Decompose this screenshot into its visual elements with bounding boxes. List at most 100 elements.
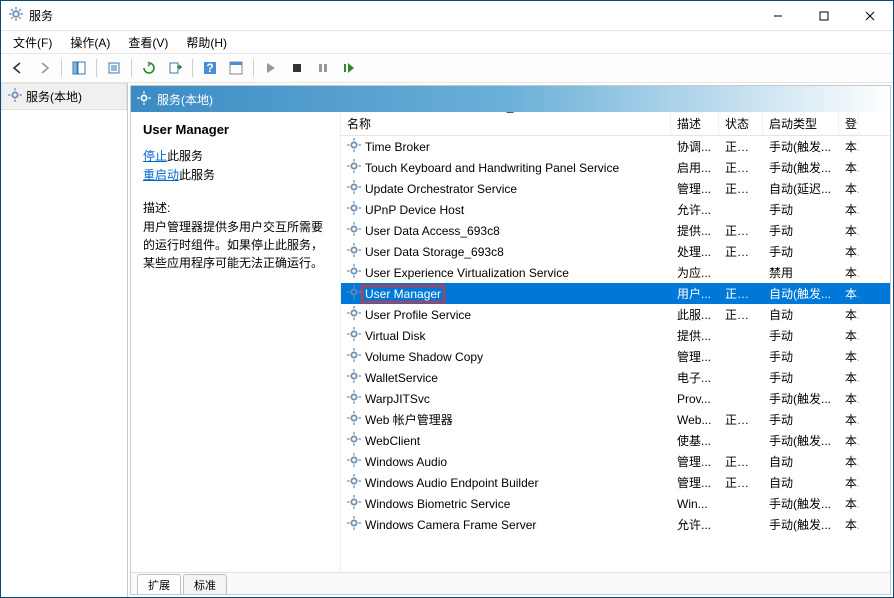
service-login: 本 — [839, 159, 859, 176]
service-name: WalletService — [365, 371, 438, 385]
restart-link[interactable]: 重启动 — [143, 168, 179, 182]
service-row[interactable]: Windows Camera Frame Server允许...手动(触发...… — [341, 514, 890, 535]
help-button[interactable]: ? — [199, 57, 221, 79]
service-row[interactable]: UPnP Device Host允许...手动本 — [341, 199, 890, 220]
service-name-cell: Windows Camera Frame Server — [341, 516, 671, 533]
service-name: WebClient — [365, 434, 420, 448]
service-login: 本 — [839, 474, 859, 491]
service-row[interactable]: WalletService电子...手动本 — [341, 367, 890, 388]
gear-icon — [347, 474, 361, 491]
gear-icon — [347, 348, 361, 365]
properties-button[interactable] — [225, 57, 247, 79]
titlebar: 服务 — [1, 1, 893, 31]
tab-standard[interactable]: 标准 — [183, 574, 227, 595]
gear-icon — [347, 306, 361, 323]
maximize-button[interactable] — [801, 1, 847, 31]
service-name: Virtual Disk — [365, 329, 425, 343]
service-name-cell: WebClient — [341, 432, 671, 449]
service-row[interactable]: Windows Audio Endpoint Builder管理...正在...… — [341, 472, 890, 493]
service-row[interactable]: Touch Keyboard and Handwriting Panel Ser… — [341, 157, 890, 178]
service-row[interactable]: Virtual Disk提供...手动本 — [341, 325, 890, 346]
service-row[interactable]: Volume Shadow Copy管理...手动本 — [341, 346, 890, 367]
service-startup: 自动 — [763, 306, 839, 323]
show-hide-tree-button[interactable] — [68, 57, 90, 79]
service-row[interactable]: Time Broker协调...正在...手动(触发...本 — [341, 136, 890, 157]
service-row[interactable]: Windows Biometric ServiceWin...手动(触发...本 — [341, 493, 890, 514]
service-desc: 用户... — [671, 285, 719, 302]
service-state: 正在... — [719, 474, 763, 491]
service-name-cell: Windows Biometric Service — [341, 495, 671, 512]
service-row[interactable]: Update Orchestrator Service管理...正在...自动(… — [341, 178, 890, 199]
service-row[interactable]: User Experience Virtualization Service为应… — [341, 262, 890, 283]
service-startup: 自动(触发... — [763, 285, 839, 302]
gear-icon — [347, 516, 361, 533]
menu-help[interactable]: 帮助(H) — [178, 32, 235, 53]
gear-icon — [347, 390, 361, 407]
menu-view[interactable]: 查看(V) — [120, 32, 176, 53]
service-name-cell: Windows Audio — [341, 453, 671, 470]
service-login: 本 — [839, 306, 859, 323]
service-name-cell: User Manager — [341, 285, 671, 303]
service-row[interactable]: User Profile Service此服...正在...自动本 — [341, 304, 890, 325]
service-state: 正在... — [719, 222, 763, 239]
gear-icon — [347, 138, 361, 155]
service-row[interactable]: WarpJITSvcProv...手动(触发...本 — [341, 388, 890, 409]
service-desc: 处理... — [671, 243, 719, 260]
close-button[interactable] — [847, 1, 893, 31]
service-desc: 管理... — [671, 453, 719, 470]
nav-root-item[interactable]: 服务(本地) — [1, 83, 127, 110]
navigation-pane: 服务(本地) — [1, 83, 128, 597]
tab-extended[interactable]: 扩展 — [137, 574, 181, 595]
column-startup[interactable]: 启动类型 — [763, 112, 839, 136]
service-name-cell: User Data Access_693c8 — [341, 222, 671, 239]
back-button[interactable] — [7, 57, 29, 79]
service-row[interactable]: User Data Access_693c8提供...正在...手动本 — [341, 220, 890, 241]
stop-suffix: 此服务 — [167, 149, 203, 163]
column-name[interactable]: 名称 — [341, 112, 671, 136]
service-row[interactable]: Web 帐户管理器Web...正在...手动本 — [341, 409, 890, 430]
service-startup: 手动 — [763, 201, 839, 218]
stop-link[interactable]: 停止 — [143, 149, 167, 163]
service-row[interactable]: WebClient使基...手动(触发...本 — [341, 430, 890, 451]
export-button[interactable] — [164, 57, 186, 79]
service-startup: 禁用 — [763, 264, 839, 281]
restart-suffix: 此服务 — [179, 168, 215, 182]
gear-icon — [347, 432, 361, 449]
service-desc: Prov... — [671, 392, 719, 406]
start-service-button[interactable] — [260, 57, 282, 79]
service-startup: 手动 — [763, 411, 839, 428]
column-description[interactable]: 描述 — [671, 112, 719, 136]
pause-service-button[interactable] — [312, 57, 334, 79]
gear-icon — [347, 411, 361, 428]
service-startup: 手动(触发... — [763, 138, 839, 155]
service-list: 名称 描述 状态 启动类型 登 Time Broker协调...正在...手动(… — [341, 112, 890, 572]
service-startup: 自动 — [763, 453, 839, 470]
service-row[interactable]: User Manager用户...正在...自动(触发...本 — [341, 283, 890, 304]
export-list-button[interactable] — [103, 57, 125, 79]
list-body[interactable]: Time Broker协调...正在...手动(触发...本Touch Keyb… — [341, 136, 890, 572]
stop-service-button[interactable] — [286, 57, 308, 79]
service-startup: 手动 — [763, 369, 839, 386]
forward-button[interactable] — [33, 57, 55, 79]
menu-action[interactable]: 操作(A) — [62, 32, 118, 53]
detail-header: 服务(本地) — [131, 86, 890, 112]
service-name-cell: Volume Shadow Copy — [341, 348, 671, 365]
refresh-button[interactable] — [138, 57, 160, 79]
service-name: User Profile Service — [365, 308, 471, 322]
menu-file[interactable]: 文件(F) — [5, 32, 60, 53]
gear-icon — [347, 264, 361, 281]
menubar: 文件(F) 操作(A) 查看(V) 帮助(H) — [1, 31, 893, 53]
minimize-button[interactable] — [755, 1, 801, 31]
service-desc: 提供... — [671, 327, 719, 344]
gear-icon — [347, 495, 361, 512]
column-login[interactable]: 登 — [839, 112, 859, 136]
service-row[interactable]: Windows Audio管理...正在...自动本 — [341, 451, 890, 472]
service-state: 正在... — [719, 306, 763, 323]
detail-header-title: 服务(本地) — [157, 91, 213, 108]
service-row[interactable]: User Data Storage_693c8处理...正在...手动本 — [341, 241, 890, 262]
column-state[interactable]: 状态 — [719, 112, 763, 136]
toolbar: ? — [1, 53, 893, 83]
service-login: 本 — [839, 495, 859, 512]
service-name-cell: Update Orchestrator Service — [341, 180, 671, 197]
restart-service-button[interactable] — [338, 57, 360, 79]
